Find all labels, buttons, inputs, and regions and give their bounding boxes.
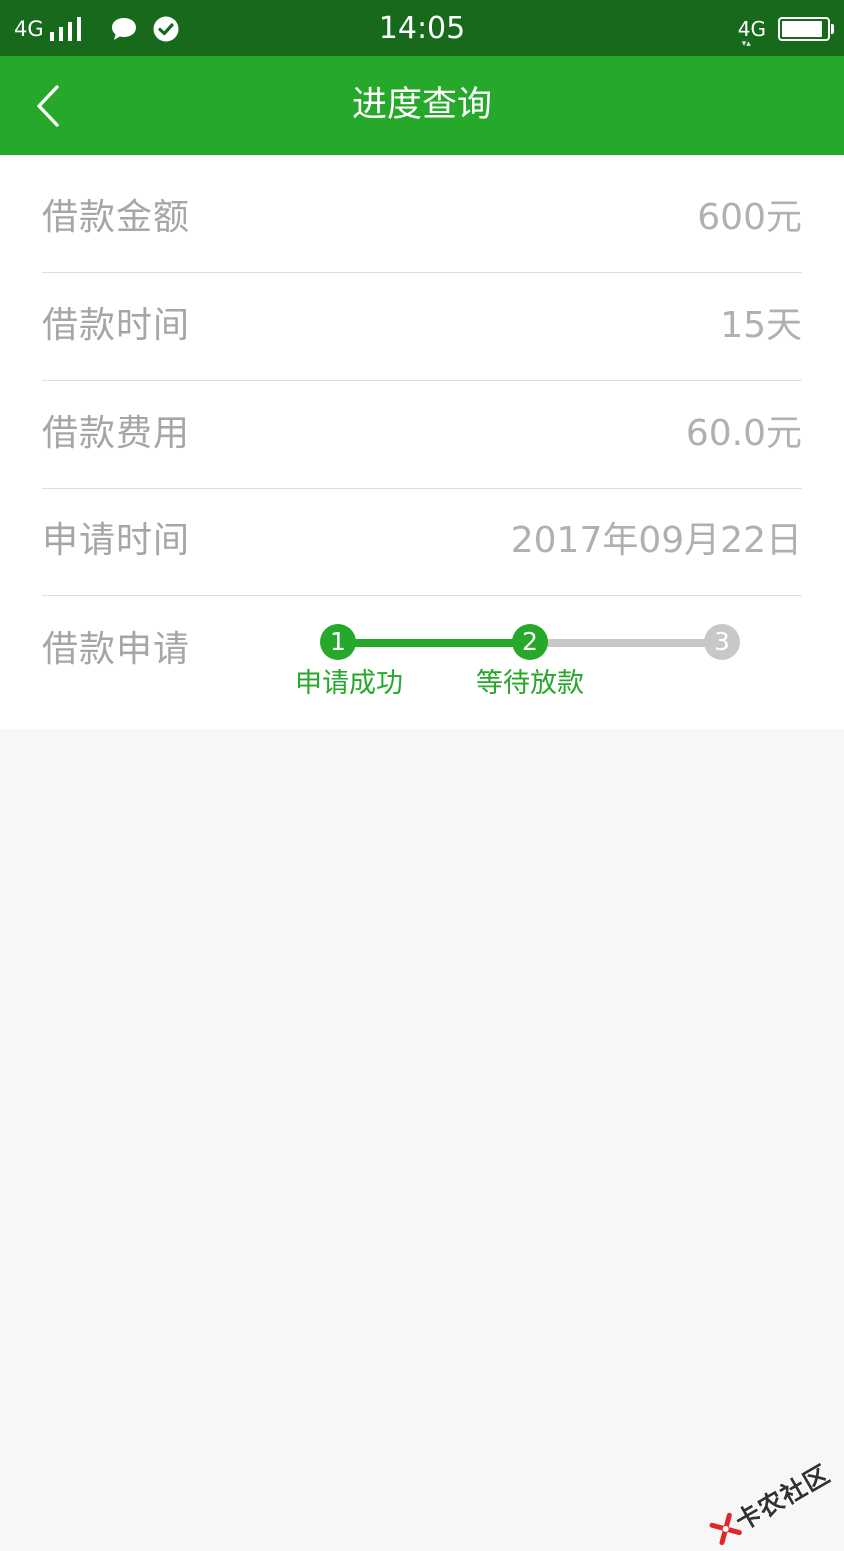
detail-row-apply-time: 申请时间 2017年09月22日 bbox=[42, 487, 802, 596]
network-type-right-label: 4G bbox=[737, 17, 766, 41]
step-connector-2-3 bbox=[530, 639, 722, 647]
detail-label: 借款时间 bbox=[42, 305, 191, 346]
back-button[interactable] bbox=[20, 74, 76, 138]
loan-details-card: 借款金额 600元 借款时间 15天 借款费用 60.0元 申请时间 2017年… bbox=[0, 155, 844, 729]
detail-row-fee: 借款费用 60.0元 bbox=[42, 380, 802, 489]
step-1-indicator: 1 bbox=[320, 624, 356, 660]
network-type-right: 4G ▾▴ bbox=[737, 17, 766, 49]
detail-row-duration: 借款时间 15天 bbox=[42, 272, 802, 381]
battery-level-fill bbox=[782, 21, 823, 37]
status-bar: 4G 14:05 4G ▾▴ bbox=[0, 0, 844, 56]
detail-value: 2017年09月22日 bbox=[510, 520, 802, 561]
detail-row-amount: 借款金额 600元 bbox=[42, 164, 802, 273]
step-3-indicator: 3 bbox=[704, 624, 740, 660]
page-title: 进度查询 bbox=[351, 85, 492, 125]
step-1-label: 申请成功 bbox=[295, 668, 403, 699]
detail-label: 申请时间 bbox=[42, 520, 191, 561]
progress-label: 借款申请 bbox=[42, 629, 191, 670]
step-2-label: 等待放款 bbox=[476, 668, 584, 699]
detail-value: 15天 bbox=[720, 305, 802, 346]
status-bar-right: 4G ▾▴ bbox=[737, 12, 834, 49]
step-2-indicator: 2 bbox=[512, 624, 548, 660]
data-transfer-arrows-icon: ▾▴ bbox=[741, 39, 751, 49]
status-time: 14:05 bbox=[378, 11, 466, 46]
progress-stepper: 1 2 3 申请成功 等待放款 bbox=[280, 620, 760, 710]
battery-icon bbox=[778, 17, 834, 41]
detail-value: 600元 bbox=[697, 197, 802, 238]
watermark-text: 卡农社区 bbox=[730, 1459, 835, 1537]
detail-label: 借款费用 bbox=[42, 413, 191, 454]
detail-label: 借款金额 bbox=[42, 197, 191, 238]
watermark: 卡农社区 bbox=[705, 1455, 836, 1551]
detail-value: 60.0元 bbox=[685, 413, 802, 454]
title-bar: 进度查询 bbox=[0, 56, 844, 155]
chevron-left-icon bbox=[37, 85, 59, 127]
step-connector-1-2 bbox=[338, 639, 530, 647]
